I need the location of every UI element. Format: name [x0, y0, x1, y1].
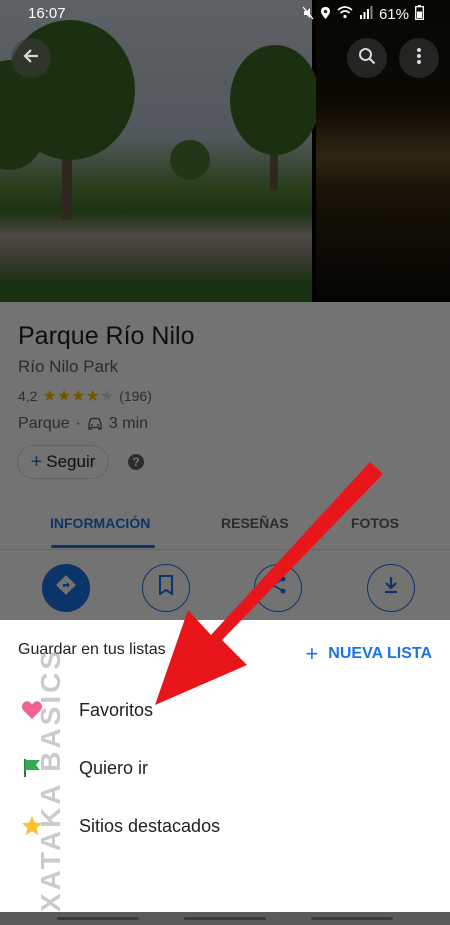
- battery-percent: 61%: [378, 5, 409, 23]
- tab-resenas[interactable]: RESEÑAS: [221, 515, 289, 531]
- download-icon: [382, 575, 400, 601]
- rating-value: 4,2: [18, 388, 38, 404]
- list-item-sitios-destacados[interactable]: Sitios destacados: [0, 802, 450, 850]
- wifi-icon: [337, 6, 353, 22]
- nav-home[interactable]: [184, 917, 266, 920]
- status-bar: 16:07 61%: [0, 0, 450, 28]
- list-item-favoritos[interactable]: Favoritos: [0, 686, 450, 734]
- new-list-label: NUEVA LISTA: [328, 645, 432, 662]
- category-row: Parque · 3 min: [18, 415, 149, 432]
- place-title: Parque Río Nilo: [18, 322, 195, 350]
- place-tabs: INFORMACIÓN RESEÑAS FOTOS: [0, 502, 450, 550]
- more-vert-icon: [416, 45, 422, 71]
- plus-icon: +: [305, 641, 319, 666]
- tab-informacion[interactable]: INFORMACIÓN: [50, 515, 150, 531]
- nav-recents[interactable]: [57, 917, 139, 920]
- status-icons: 61%: [302, 5, 424, 23]
- follow-label: Seguir: [46, 452, 96, 471]
- place-subtitle: Río Nilo Park: [18, 357, 119, 376]
- list-label: Favoritos: [79, 699, 154, 720]
- active-tab-indicator: [51, 545, 155, 548]
- plus-icon: +: [30, 450, 43, 473]
- mute-icon: [302, 6, 314, 23]
- rating-row[interactable]: 4,2 ★★★★★ (196): [18, 386, 152, 406]
- list-item-quiero-ir[interactable]: Quiero ir: [0, 744, 450, 792]
- category-label: Parque: [18, 415, 70, 432]
- drive-time: 3 min: [108, 415, 149, 432]
- download-button[interactable]: [367, 564, 415, 612]
- directions-icon: [55, 574, 77, 602]
- tree-canopy: [230, 45, 320, 155]
- system-nav-bar: [0, 912, 450, 925]
- location-icon: [320, 6, 331, 23]
- back-button[interactable]: [11, 38, 51, 78]
- review-count: (196): [119, 388, 152, 404]
- nav-back[interactable]: [311, 917, 393, 920]
- share-button[interactable]: [254, 564, 302, 612]
- status-time: 16:07: [28, 5, 66, 22]
- bookmark-icon: [158, 575, 174, 601]
- search-icon: [358, 45, 376, 71]
- help-icon[interactable]: ?: [128, 454, 144, 470]
- battery-icon: [415, 5, 424, 23]
- heart-icon: [20, 698, 44, 722]
- flag-icon: [20, 756, 44, 780]
- save-to-lists-panel: Guardar en tus listas + NUEVA LISTA Favo…: [0, 620, 450, 912]
- tab-fotos[interactable]: FOTOS: [351, 515, 399, 531]
- directions-button[interactable]: [42, 564, 90, 612]
- follow-button[interactable]: + Seguir: [17, 445, 109, 479]
- panel-title: Guardar en tus listas: [18, 641, 166, 658]
- save-button[interactable]: [142, 564, 190, 612]
- car-icon: [87, 417, 103, 431]
- star-icon: [20, 814, 44, 838]
- rating-stars: ★★★★★: [42, 388, 115, 405]
- list-label: Quiero ir: [79, 757, 149, 778]
- more-options-button[interactable]: [399, 38, 439, 78]
- signal-icon: [359, 6, 373, 22]
- share-icon: [268, 575, 288, 601]
- new-list-button[interactable]: + NUEVA LISTA: [305, 641, 432, 667]
- search-button[interactable]: [347, 38, 387, 78]
- back-arrow-icon: [22, 45, 40, 71]
- list-label: Sitios destacados: [79, 815, 221, 836]
- tree-canopy: [170, 140, 210, 180]
